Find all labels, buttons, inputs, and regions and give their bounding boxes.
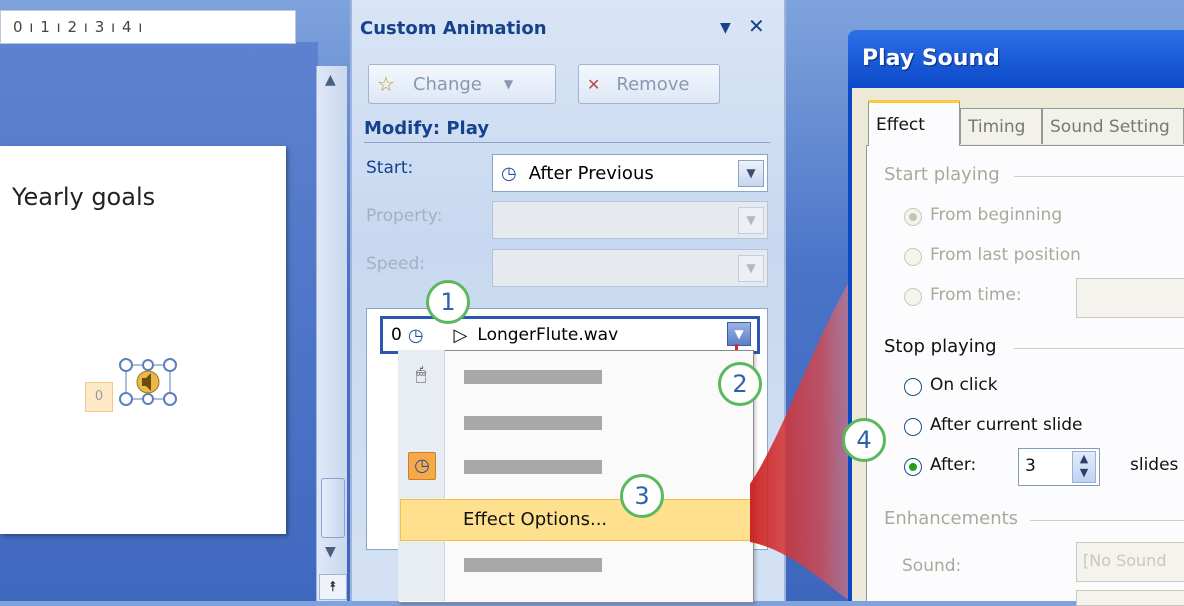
speed-label: Speed:: [366, 254, 426, 274]
start-playing-label: Start playing: [884, 164, 1000, 185]
start-value: After Previous: [528, 162, 654, 184]
callout-2: 2: [718, 362, 762, 406]
stop-playing-label: Stop playing: [884, 336, 997, 357]
remove-icon: ✕: [587, 74, 601, 94]
play-triangle-icon: ▷: [453, 324, 468, 346]
radio-from-beginning: [904, 208, 922, 226]
animation-order: 0: [391, 325, 402, 345]
pane-title: Custom Animation: [360, 18, 547, 39]
clock-icon: ◷: [407, 324, 424, 346]
sound-label: Sound:: [902, 556, 962, 576]
radio-from-time: [904, 288, 922, 306]
speed-dropdown: ▼: [492, 249, 768, 287]
after-slides-value: 3: [1025, 456, 1036, 476]
from-time-label: From time:: [930, 285, 1022, 305]
radio-after-slides[interactable]: [904, 458, 922, 476]
after-label[interactable]: After:: [930, 455, 976, 475]
tab-effect[interactable]: Effect: [868, 100, 960, 146]
radio-after-current-slide[interactable]: [904, 418, 922, 436]
start-playing-divider: [1014, 176, 1184, 177]
clock-icon: ◷: [408, 452, 436, 480]
property-dropdown: ▼: [492, 201, 768, 239]
enhancements-divider: [1030, 520, 1184, 521]
stop-playing-divider: [1014, 348, 1184, 349]
callout-3: 3: [620, 474, 664, 518]
mouse-click-icon: 🖱: [415, 364, 427, 385]
pane-close-icon[interactable]: ✕: [748, 14, 765, 38]
start-dropdown-arrow-icon[interactable]: ▼: [738, 160, 764, 187]
from-beginning-label: From beginning: [930, 205, 1063, 225]
remove-label: Remove: [616, 73, 690, 95]
radio-from-last-position: [904, 248, 922, 266]
horizontal-ruler: 0 ı 1 ı 2 ı 3 ı 4 ı: [0, 10, 296, 44]
scroll-up-arrow-icon[interactable]: ▲: [325, 72, 336, 88]
tab-timing[interactable]: Timing: [960, 108, 1042, 144]
from-time-input: [1076, 278, 1184, 318]
change-button[interactable]: ☆ Change ▼: [368, 64, 556, 104]
menu-item-start-after-previous[interactable]: [464, 460, 602, 474]
speed-dropdown-arrow-icon: ▼: [738, 255, 764, 282]
property-dropdown-arrow-icon: ▼: [738, 207, 764, 234]
from-last-position-label: From last position: [930, 245, 1081, 265]
vertical-scrollbar[interactable]: ▲ ▼ ⯭: [316, 66, 347, 601]
change-dropdown-icon: ▼: [503, 77, 514, 91]
clock-icon: ◷: [501, 162, 517, 184]
remove-button[interactable]: ✕ Remove: [578, 64, 720, 104]
enhancements-label: Enhancements: [884, 508, 1019, 529]
after-current-slide-label[interactable]: After current slide: [930, 415, 1083, 435]
animation-item-longerflute[interactable]: 0 ◷ ▷ LongerFlute.wav ▼: [380, 316, 760, 354]
menu-item-start-on-click[interactable]: [464, 370, 602, 384]
menu-item-timing[interactable]: [464, 558, 602, 572]
start-label: Start:: [366, 158, 414, 178]
effect-options-label: Effect Options...: [463, 509, 608, 530]
sound-object-icon[interactable]: [118, 357, 180, 409]
slide-title[interactable]: Yearly goals: [12, 183, 155, 211]
callout-4: 4: [842, 418, 886, 462]
change-star-icon: ☆: [377, 72, 395, 96]
sound-value: [No Sound: [1083, 551, 1167, 570]
menu-item-effect-options[interactable]: Effect Options...: [400, 499, 752, 541]
modify-heading: Modify: Play: [364, 118, 490, 139]
scrollbar-thumb[interactable]: [321, 478, 345, 538]
change-label: Change: [412, 73, 482, 95]
animation-name: LongerFlute.wav: [477, 325, 619, 345]
dialog-title: Play Sound: [862, 46, 1000, 71]
callout-1: 1: [426, 280, 470, 324]
menu-item-start-with-previous[interactable]: [464, 416, 602, 430]
radio-on-click[interactable]: [904, 378, 922, 396]
previous-slide-button[interactable]: ⯭: [319, 574, 347, 600]
scroll-down-arrow-icon[interactable]: ▼: [325, 544, 336, 560]
sound-dropdown: [No Sound: [1076, 542, 1184, 582]
on-click-label[interactable]: On click: [930, 375, 998, 395]
after-slides-spinner[interactable]: ▲ ▼: [1072, 451, 1096, 483]
modify-divider: [364, 142, 770, 143]
slides-label: slides: [1130, 455, 1179, 475]
after-animation-dropdown: [1076, 590, 1184, 606]
animation-order-tag: 0: [85, 382, 113, 412]
start-dropdown[interactable]: ◷ After Previous ▼: [492, 154, 768, 192]
property-label: Property:: [366, 206, 443, 226]
pane-options-arrow-icon[interactable]: ▼: [720, 20, 731, 36]
tab-sound-settings[interactable]: Sound Setting: [1042, 108, 1184, 144]
